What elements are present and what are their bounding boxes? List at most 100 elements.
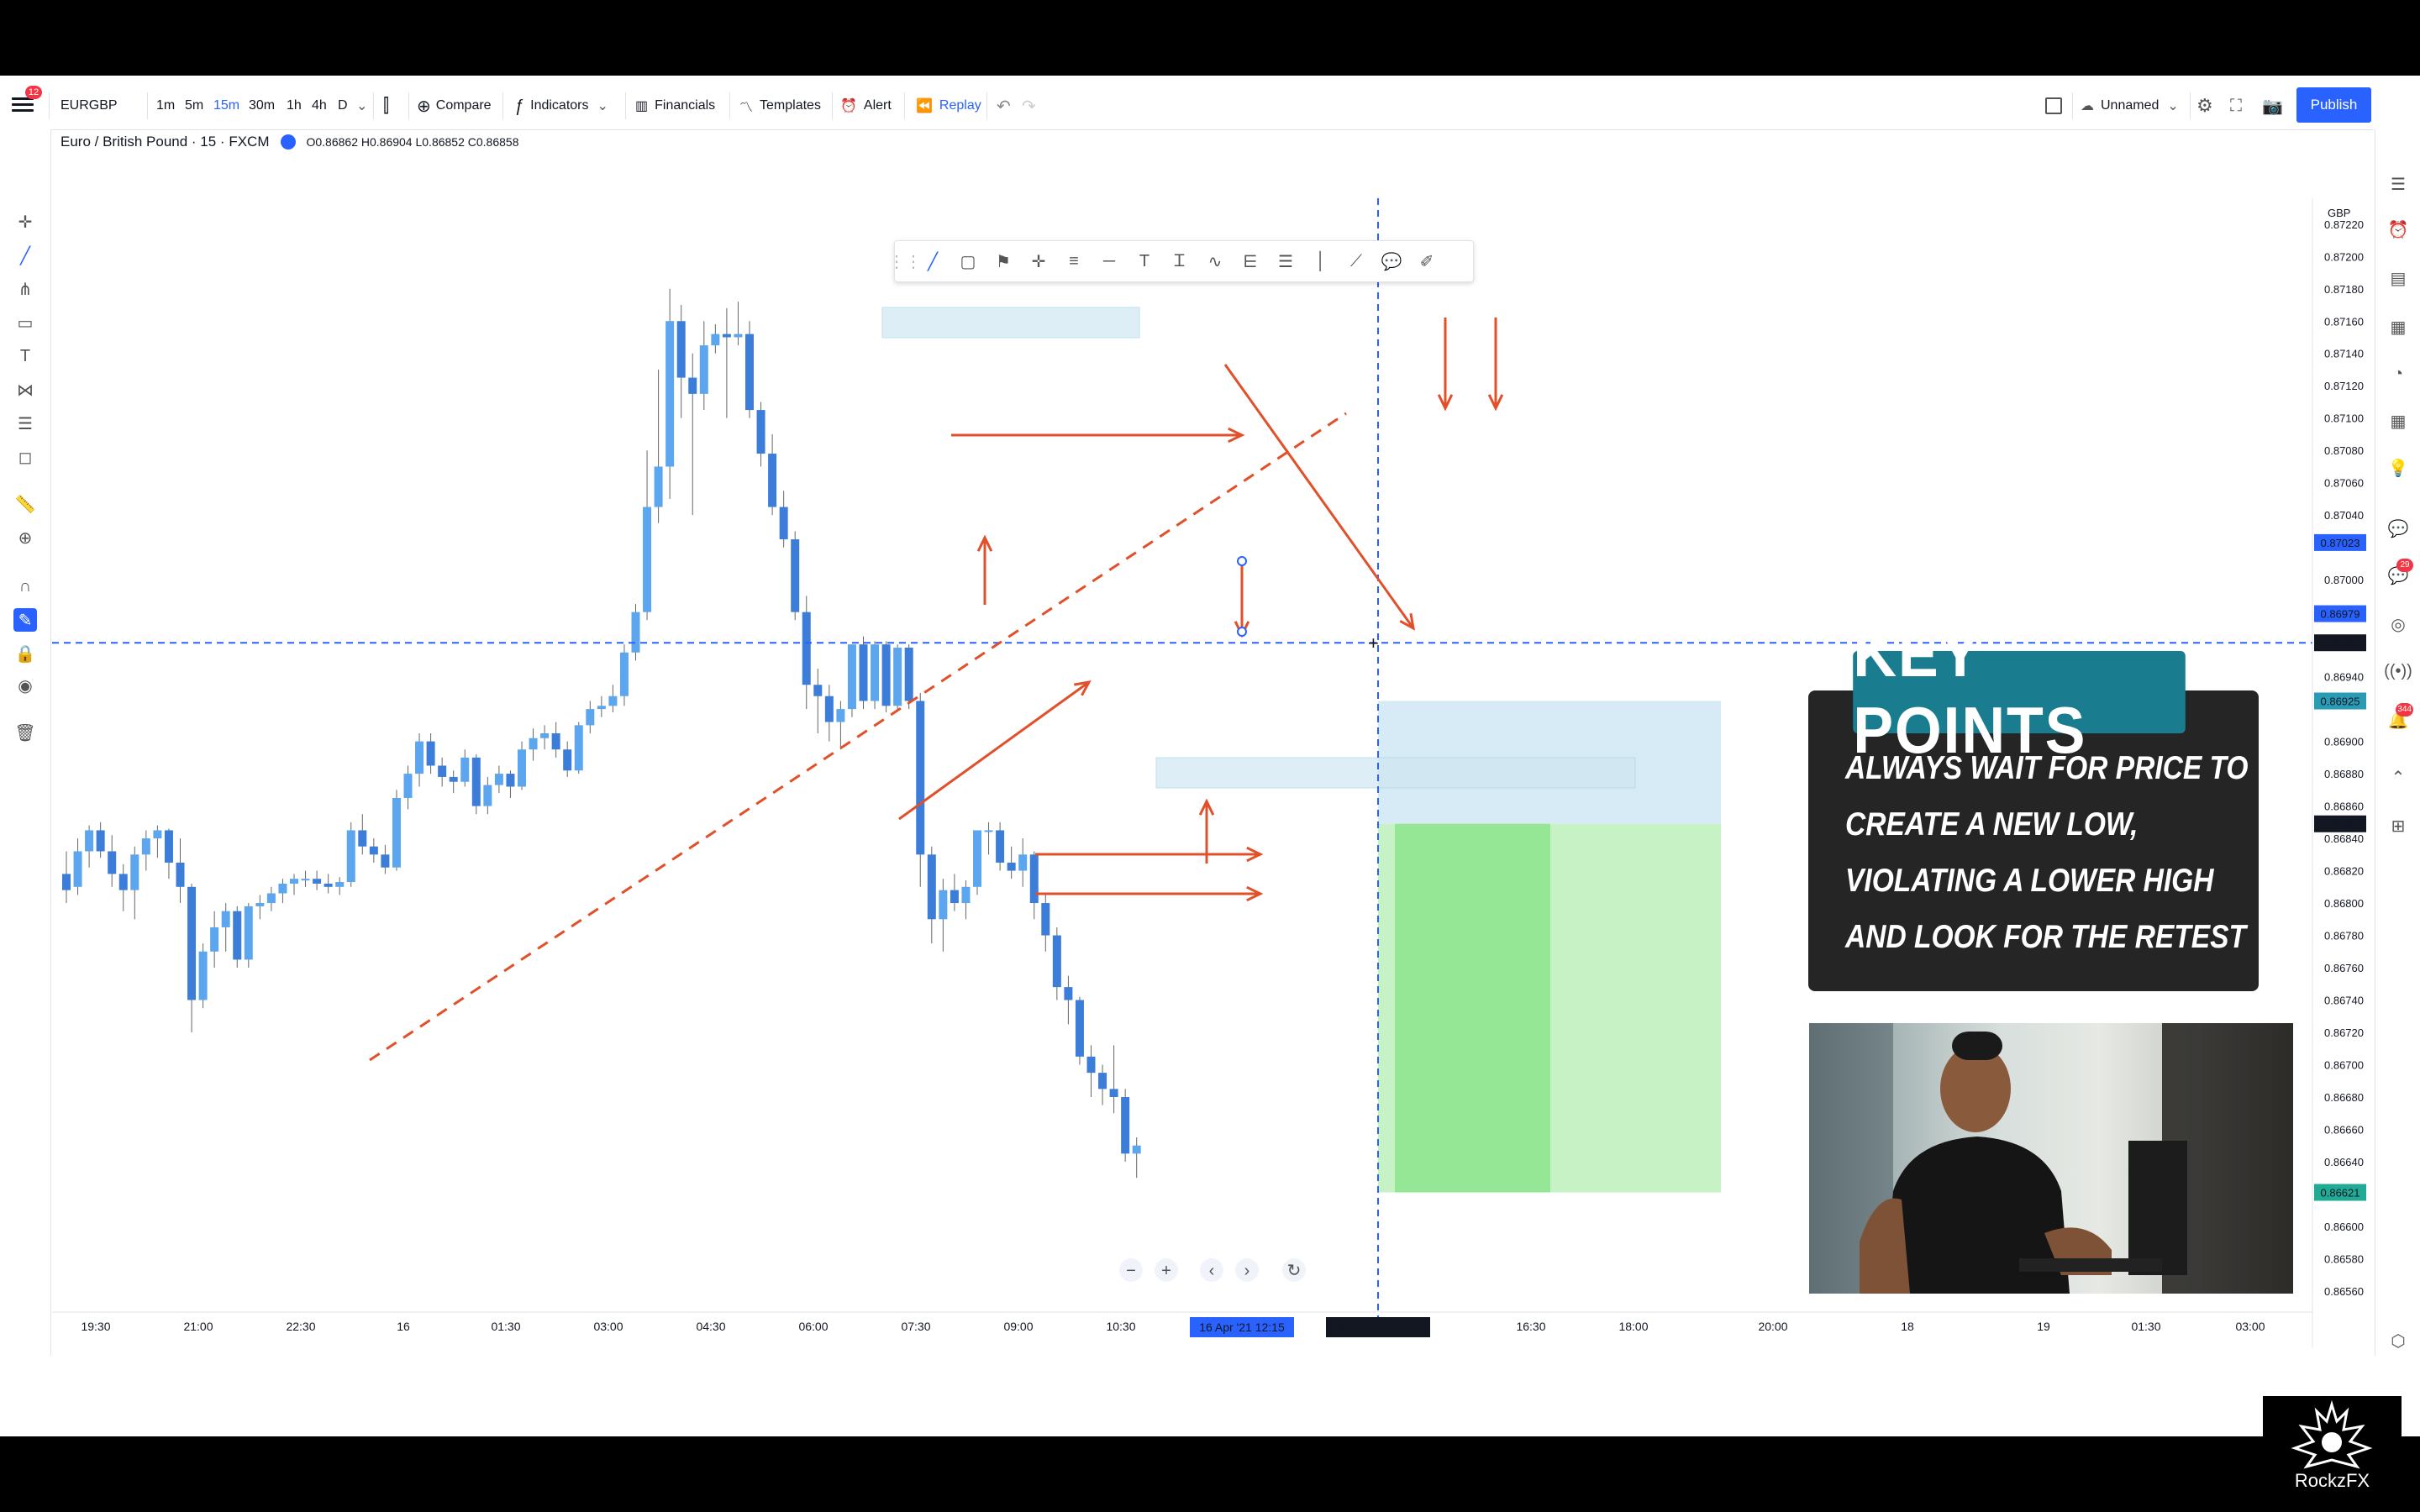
candle-body[interactable] <box>278 883 287 894</box>
candle-body[interactable] <box>540 732 550 738</box>
symbol-search-button[interactable]: EURGBP <box>60 82 118 129</box>
hotlist-icon[interactable]: ◔ <box>2386 362 2410 386</box>
streams-icon[interactable]: ◎ <box>2386 612 2410 636</box>
pattern-tool-icon[interactable]: ⋈ <box>13 378 37 402</box>
candle-body[interactable] <box>153 830 162 839</box>
redo-icon[interactable]: ↷ <box>1022 82 1036 129</box>
flag-icon[interactable]: ⚑ <box>986 251 1021 272</box>
candle-body[interactable] <box>483 785 492 806</box>
candle-body[interactable] <box>1064 987 1073 1000</box>
dom-icon[interactable]: ⊞ <box>2386 814 2410 837</box>
candle-body[interactable] <box>574 725 583 771</box>
prediction-tool-icon[interactable]: ☰ <box>13 412 37 435</box>
candle-body[interactable] <box>1086 1056 1096 1074</box>
candle-body[interactable] <box>722 333 731 338</box>
interval-dropdown-chevron-icon[interactable]: ⌄ <box>356 82 367 129</box>
candle-body[interactable] <box>176 862 185 887</box>
candle-body[interactable] <box>904 647 913 701</box>
layout-square-icon[interactable] <box>2045 82 2062 129</box>
candle-body[interactable] <box>346 830 355 883</box>
financials-button[interactable]: ▥ Financials <box>635 82 715 129</box>
magnet-icon[interactable]: ∩ <box>13 575 37 598</box>
zoom-in-icon[interactable]: ⊕ <box>13 526 37 549</box>
candle-body[interactable] <box>859 644 868 701</box>
candle-body[interactable] <box>506 774 515 787</box>
brush-icon[interactable]: ✐ <box>1409 251 1444 272</box>
interval-d[interactable]: D <box>338 82 348 129</box>
supply-zone-rectangle[interactable] <box>881 307 1140 339</box>
candle-body[interactable] <box>950 890 959 904</box>
candle-body[interactable] <box>779 507 788 540</box>
parallel-lines-icon[interactable]: ☰ <box>1268 251 1303 272</box>
candle-body[interactable] <box>1018 854 1028 871</box>
drawing-handle[interactable] <box>1237 627 1247 637</box>
interval-1m[interactable]: 1m <box>156 82 175 129</box>
candle-body[interactable] <box>1132 1145 1141 1154</box>
alert-button[interactable]: ⏰ Alert <box>840 82 892 129</box>
candle-body[interactable] <box>335 882 345 887</box>
candle-body[interactable] <box>164 830 173 863</box>
interval-1h[interactable]: 1h <box>287 82 302 129</box>
candle-body[interactable] <box>1098 1073 1107 1089</box>
lock-icon[interactable]: 🔒 <box>13 642 37 665</box>
candle-body[interactable] <box>836 709 845 722</box>
candle-body[interactable] <box>996 830 1005 863</box>
eye-icon[interactable]: ◉ <box>13 674 37 697</box>
candle-body[interactable] <box>471 757 481 806</box>
candle-body[interactable] <box>881 644 891 706</box>
candle-body[interactable] <box>1121 1096 1130 1154</box>
settings-gear-icon[interactable]: ⚙ <box>2196 82 2213 129</box>
text-cursor-icon[interactable]: Ꮖ <box>1162 252 1197 271</box>
candle-body[interactable] <box>1041 903 1050 936</box>
drag-handle-icon[interactable]: ⋮⋮ <box>888 251 922 272</box>
candle-body[interactable] <box>666 321 675 467</box>
interval-5m[interactable]: 5m <box>185 82 203 129</box>
candle-body[interactable] <box>187 886 197 1000</box>
candle-body[interactable] <box>415 741 424 774</box>
candles-chart-type-icon[interactable]: ⫿ <box>383 82 389 129</box>
candle-body[interactable] <box>198 951 208 1000</box>
candle-body[interactable] <box>563 749 572 771</box>
news-icon[interactable]: ▦ <box>2386 315 2410 339</box>
candle-body[interactable] <box>118 874 128 890</box>
candle-body[interactable] <box>745 333 754 411</box>
indicators-button[interactable]: ƒ Indicators ⌄ <box>514 82 608 129</box>
candle-body[interactable] <box>916 701 925 855</box>
data-window-icon[interactable]: ▤ <box>2386 266 2410 290</box>
candle-body[interactable] <box>791 539 800 612</box>
candle-body[interactable] <box>586 709 595 726</box>
candle-body[interactable] <box>961 886 971 904</box>
candle-body[interactable] <box>324 883 333 887</box>
candle-body[interactable] <box>494 774 503 785</box>
candle-body[interactable] <box>85 830 94 852</box>
candle-body[interactable] <box>676 321 686 378</box>
candle-body[interactable] <box>1109 1089 1118 1097</box>
candle-body[interactable] <box>619 652 629 696</box>
notifications-bell-icon[interactable]: 🔔 344 <box>2386 703 2413 732</box>
replay-button[interactable]: ⏪ Replay <box>916 82 981 129</box>
watchlist-icon[interactable]: ☰ <box>2386 172 2410 196</box>
candle-body[interactable] <box>893 647 902 706</box>
shapes-tool-icon[interactable]: ◻ <box>13 445 37 469</box>
trash-icon[interactable]: 🗑 <box>13 721 37 744</box>
candle-body[interactable] <box>654 466 663 507</box>
legend-title[interactable]: Euro / British Pound · 15 · FXCM <box>60 134 269 150</box>
interval-15m[interactable]: 15m <box>213 82 239 129</box>
templates-button[interactable]: 〽 Templates <box>739 82 821 129</box>
candle-body[interactable] <box>813 685 823 696</box>
candle-body[interactable] <box>290 879 298 884</box>
ray-icon[interactable]: ⟋ <box>1339 252 1374 271</box>
curve-icon[interactable]: ∿ <box>1197 251 1233 272</box>
rectangle-tool-icon[interactable]: ▭ <box>13 311 37 334</box>
crosshair-icon[interactable]: ✛ <box>1021 251 1056 272</box>
chats-icon[interactable]: 💬 <box>2386 517 2410 540</box>
candle-body[interactable] <box>824 696 834 722</box>
candle-body[interactable] <box>358 830 367 847</box>
candle-body[interactable] <box>802 612 811 685</box>
candle-body[interactable] <box>210 927 219 952</box>
interval-30m[interactable]: 30m <box>249 82 275 129</box>
drawing-handle[interactable] <box>1237 556 1247 566</box>
candle-body[interactable] <box>221 911 230 927</box>
fullscreen-icon[interactable]: ⛶ <box>2230 82 2242 129</box>
candle-body[interactable] <box>266 893 276 904</box>
